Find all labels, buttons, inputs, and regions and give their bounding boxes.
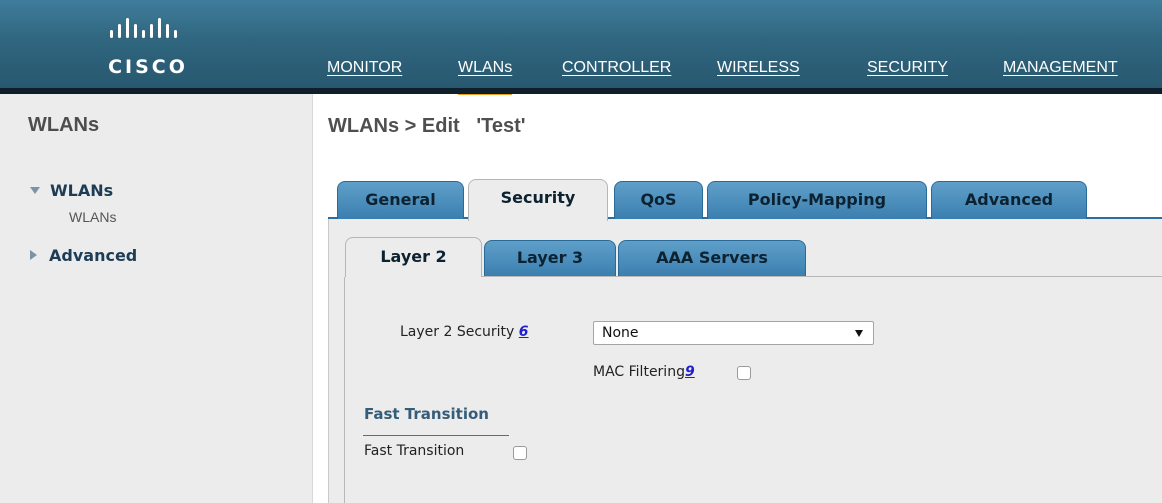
mac-filtering-checkbox[interactable]: [737, 366, 751, 380]
nav-security[interactable]: SECURITY: [867, 57, 948, 89]
tab-qos[interactable]: QoS: [614, 181, 703, 219]
nav-wireless[interactable]: WIRELESS: [717, 57, 800, 89]
page-title: WLANs > Edit 'Test': [328, 115, 526, 137]
nav-management[interactable]: MANAGEMENT: [1003, 57, 1118, 89]
nav-monitor[interactable]: MONITOR: [327, 57, 402, 89]
nav-controller[interactable]: CONTROLLER: [562, 57, 671, 89]
sidebar-item-label: WLANs: [50, 181, 114, 200]
sidebar-item-label: Advanced: [49, 246, 138, 265]
sidebar-item-wlans[interactable]: WLANs: [30, 181, 113, 200]
tab-advanced[interactable]: Advanced: [931, 181, 1087, 219]
help-link-6[interactable]: 6: [519, 324, 529, 340]
cisco-logo-text: CISCO: [108, 56, 188, 78]
tab-security[interactable]: Security: [468, 179, 608, 221]
tab-policy-mapping[interactable]: Policy-Mapping: [707, 181, 927, 219]
sidebar-subitem-wlans[interactable]: WLANs: [69, 209, 116, 225]
layer2-subpanel: [344, 277, 1162, 503]
expanded-triangle-icon: [30, 187, 40, 194]
help-link-9[interactable]: 9: [685, 364, 695, 380]
select-value: None: [602, 325, 639, 341]
cisco-bars-icon: [110, 18, 177, 38]
layer2-security-select[interactable]: None: [593, 321, 874, 345]
sidebar: WLANs WLANs WLANs Advanced: [0, 94, 313, 503]
collapsed-triangle-icon: [30, 250, 37, 260]
fast-transition-checkbox[interactable]: [513, 446, 527, 460]
fast-transition-section-title: Fast Transition: [364, 405, 489, 423]
dropdown-arrow-icon: [855, 330, 863, 337]
fast-transition-label: Fast Transition: [364, 443, 465, 459]
sidebar-item-advanced[interactable]: Advanced: [30, 246, 137, 265]
top-header: CISCO MONITOR WLANs CONTROLLER WIRELESS …: [0, 0, 1162, 95]
sidebar-title: WLANs: [28, 114, 100, 136]
mac-filtering-label: MAC Filtering9: [593, 364, 695, 380]
subtab-layer3[interactable]: Layer 3: [484, 240, 616, 276]
subtab-aaa-servers[interactable]: AAA Servers: [618, 240, 806, 276]
subtab-layer2[interactable]: Layer 2: [345, 237, 482, 277]
tab-general[interactable]: General: [337, 181, 464, 219]
layer2-security-label: Layer 2 Security 6: [400, 324, 529, 340]
section-divider: [363, 435, 509, 436]
nav-wlans[interactable]: WLANs: [458, 57, 513, 95]
cisco-logo: CISCO: [78, 16, 218, 80]
